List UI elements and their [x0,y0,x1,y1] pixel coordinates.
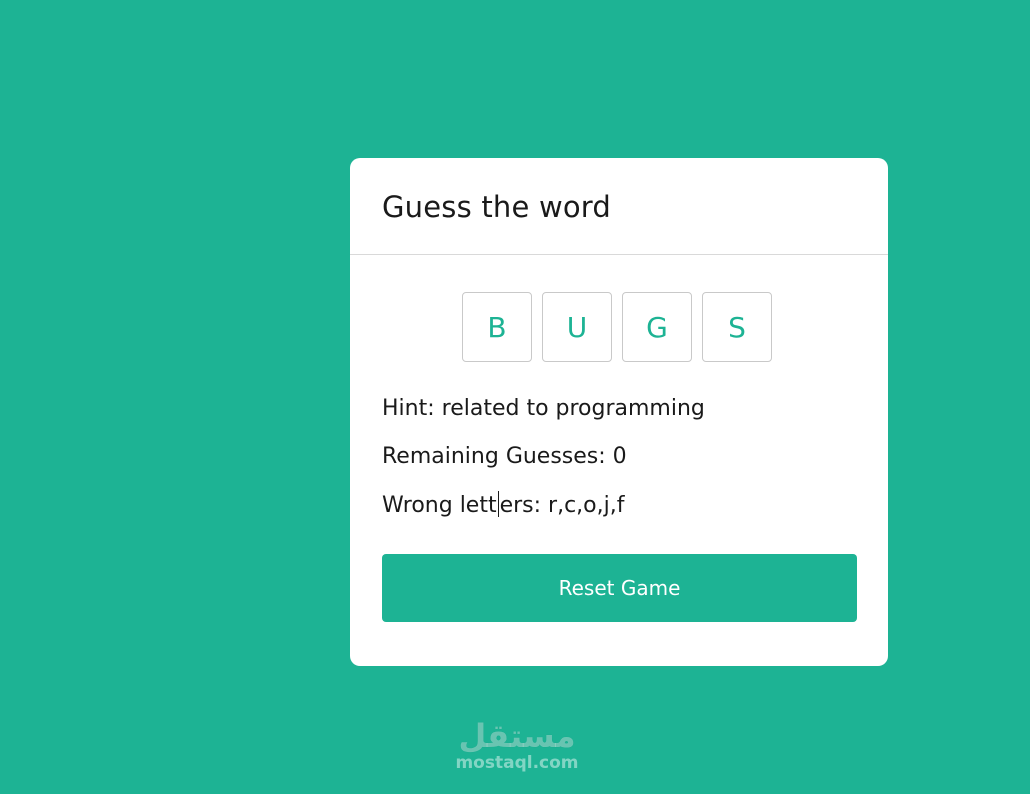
watermark-url: mostaql.com [455,753,579,773]
card-header: Guess the word [350,158,888,255]
hint-text: Hint: related to programming [382,396,705,421]
letter-slot: S [702,292,772,362]
wrong-letters-part-2: ers: r,c,o,j,f [499,493,625,518]
wrong-letters-text: Wrong lett ers: r,c,o,j,f [382,491,624,518]
letter-slot: U [542,292,612,362]
letter-slots: B U G S [462,292,772,362]
page: Guess the word B U G S Hint: related to … [0,0,1030,794]
wrong-letters-part-1: Wrong lett [382,493,497,518]
letter-slot: B [462,292,532,362]
reset-game-button[interactable]: Reset Game [382,554,857,622]
letter-slot: G [622,292,692,362]
mostaql-watermark: مستقل mostaql.com [452,716,582,772]
remaining-guesses-text: Remaining Guesses: 0 [382,444,627,469]
watermark-logo: مستقل [458,717,576,755]
card-title: Guess the word [382,190,612,224]
game-card: Guess the word B U G S Hint: related to … [350,158,888,666]
text-cursor [497,491,499,517]
